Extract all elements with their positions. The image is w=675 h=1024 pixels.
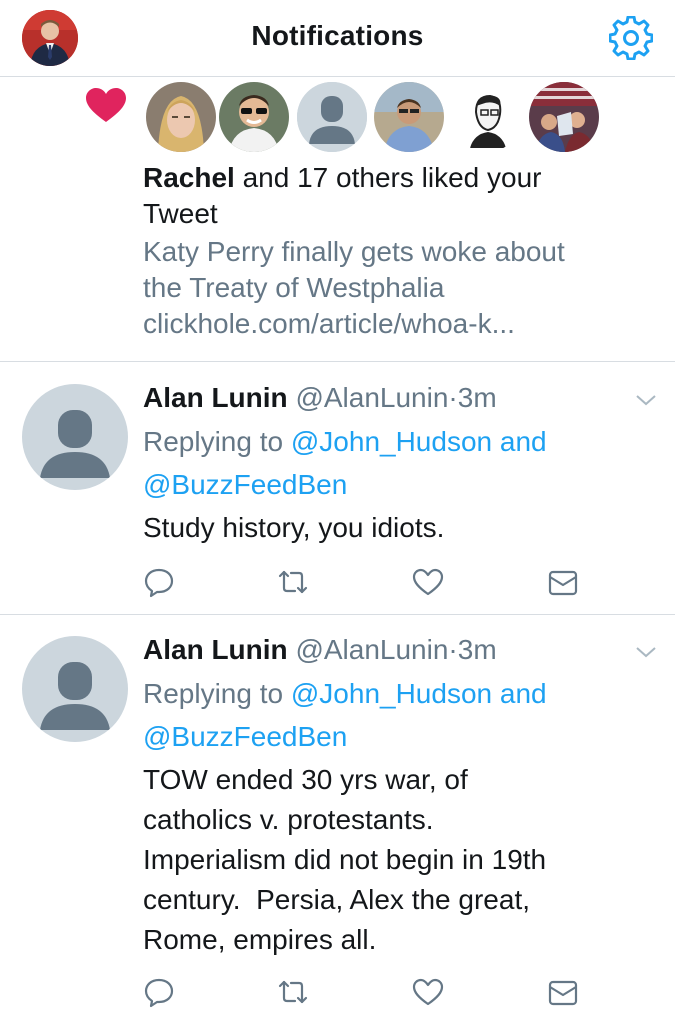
liker-avatar[interactable] xyxy=(374,82,444,152)
message-icon[interactable] xyxy=(547,976,579,1008)
page-title: Notifications xyxy=(251,20,424,51)
tweet-text-line: Rome, empires all. xyxy=(143,924,377,955)
tweet-text-line: Imperialism did not begin in 19th xyxy=(143,844,547,875)
heart-icon xyxy=(86,88,126,129)
tweet-time[interactable]: 3m xyxy=(458,382,497,413)
chevron-down-icon[interactable] xyxy=(634,392,658,408)
liker-name[interactable]: Rachel xyxy=(143,162,235,193)
top-bar: Notifications xyxy=(0,0,675,77)
reply-mention[interactable]: @John_Hudson xyxy=(291,678,492,709)
tweet-header: Alan Lunin @AlanLunin·3m xyxy=(143,381,497,415)
liker-avatar[interactable] xyxy=(529,82,599,152)
replying-label: Replying to xyxy=(143,678,291,709)
gear-icon[interactable] xyxy=(608,15,654,61)
liker-avatar[interactable] xyxy=(219,82,289,152)
replying-label: Replying to xyxy=(143,426,291,457)
reply-mention[interactable]: @John_Hudson xyxy=(291,426,492,457)
default-avatar[interactable] xyxy=(297,82,367,152)
liker-avatar[interactable] xyxy=(452,82,522,152)
retweet-icon[interactable] xyxy=(277,976,309,1008)
tweet-text-line: TOW ended 30 yrs war, of xyxy=(143,764,468,795)
reply-and[interactable]: and xyxy=(492,678,547,709)
separator-dot: · xyxy=(448,634,458,665)
author-name[interactable]: Alan Lunin xyxy=(143,634,288,665)
default-avatar[interactable] xyxy=(22,636,128,742)
replying-to: Replying to @John_Hudson and @BuzzFeedBe… xyxy=(143,420,643,506)
like-summary: Rachel and 17 others liked your Tweet xyxy=(143,160,623,232)
like-icon[interactable] xyxy=(412,976,444,1008)
like-icon[interactable] xyxy=(412,566,444,598)
author-handle[interactable]: @AlanLunin xyxy=(295,382,448,413)
reply-mention[interactable]: @BuzzFeedBen xyxy=(143,469,347,500)
tweet-time[interactable]: 3m xyxy=(458,634,497,665)
liked-tweet-link[interactable]: clickhole.com/article/whoa-k... xyxy=(143,306,643,342)
author-handle[interactable]: @AlanLunin xyxy=(295,634,448,665)
default-avatar[interactable] xyxy=(22,384,128,490)
liker-avatar[interactable] xyxy=(146,82,216,152)
tweet-header: Alan Lunin @AlanLunin·3m xyxy=(143,633,497,667)
author-name[interactable]: Alan Lunin xyxy=(143,382,288,413)
tweet-text-line: century. Persia, Alex the great, xyxy=(143,884,531,915)
separator-dot: · xyxy=(448,382,458,413)
tweet-text-line: Study history, you idiots. xyxy=(143,512,445,543)
reply-mention[interactable]: @BuzzFeedBen xyxy=(143,721,347,752)
liked-tweet-line: the Treaty of Westphalia xyxy=(143,272,445,303)
tweet-text: Study history, you idiots. xyxy=(143,508,643,548)
reply-icon[interactable] xyxy=(143,566,175,598)
chevron-down-icon[interactable] xyxy=(634,644,658,660)
message-icon[interactable] xyxy=(547,566,579,598)
liked-tweet-line: Katy Perry finally gets woke about xyxy=(143,236,565,267)
reply-and[interactable]: and xyxy=(492,426,547,457)
retweet-icon[interactable] xyxy=(277,566,309,598)
tweet-text: TOW ended 30 yrs war, of catholics v. pr… xyxy=(143,760,643,960)
tweet-text-line: catholics v. protestants. xyxy=(143,804,434,835)
liked-tweet-preview[interactable]: Katy Perry finally gets woke about the T… xyxy=(143,234,643,342)
reply-icon[interactable] xyxy=(143,976,175,1008)
replying-to: Replying to @John_Hudson and @BuzzFeedBe… xyxy=(143,672,643,758)
